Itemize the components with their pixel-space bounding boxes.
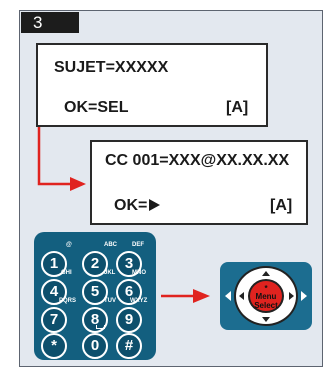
nav-left-outer-icon [225,291,231,301]
right-arrow-head [193,289,210,303]
key-2-letters: ABC [104,242,117,248]
key-hash[interactable]: # [116,333,142,359]
key-0[interactable]: 0 [82,333,108,359]
key-9-letters: WXYZ [130,298,148,304]
phone-keypad: 1 2 3 4 5 6 7 8 9 * 0 # @ ABC DEF GHI JK… [34,232,156,360]
nav-left-icon[interactable] [239,292,244,300]
down-right-arrow-line [37,127,70,186]
nav-right-outer-icon [301,291,307,301]
space-icon [96,325,105,329]
key-4-letters: GHI [61,270,72,276]
nav-down-icon[interactable] [262,317,270,322]
key-star[interactable]: * [41,333,67,359]
key-5-letters: JKL [104,270,116,276]
menu-label: Menu [255,292,277,301]
nav-up-icon[interactable] [262,271,270,276]
nav-ring[interactable]: * Menu Select [234,266,298,326]
key-6-letters: MNO [132,270,146,276]
key-8-letters: TUV [104,298,116,304]
down-right-arrow-head [70,177,86,191]
navigation-pad: * Menu Select [220,262,312,330]
nav-right-icon[interactable] [289,292,294,300]
key-7[interactable]: 7 [41,307,67,333]
key-7-letters: PQRS [59,298,77,304]
menu-select-button[interactable]: * Menu Select [248,279,284,313]
key-1-letters: @ [66,242,72,248]
key-3-letters: DEF [132,242,144,248]
key-8[interactable]: 8 [82,307,108,333]
key-9[interactable]: 9 [116,307,142,333]
select-label: Select [254,301,278,310]
